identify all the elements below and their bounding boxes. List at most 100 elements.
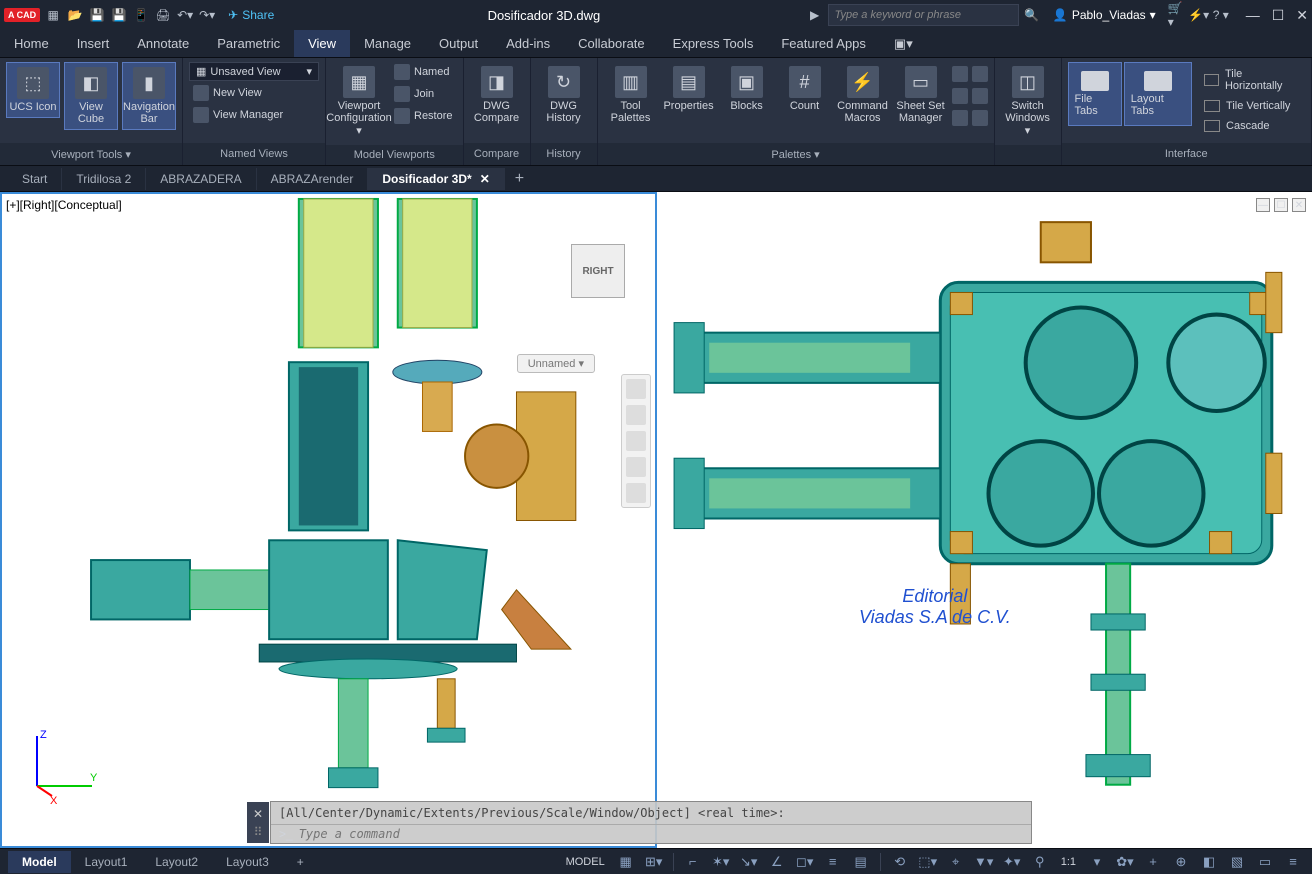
command-input[interactable] xyxy=(299,827,1023,841)
menu-home[interactable]: Home xyxy=(0,30,63,57)
layout-tab-1[interactable]: Layout1 xyxy=(71,851,142,873)
properties-button[interactable]: ▤Properties xyxy=(662,62,716,116)
otrack-icon[interactable]: ∠ xyxy=(766,852,788,872)
cycling-icon[interactable]: ⟲ xyxy=(889,852,911,872)
palette-extra-1[interactable] xyxy=(952,66,968,82)
isolate-icon[interactable]: ▭ xyxy=(1254,852,1276,872)
menu-insert[interactable]: Insert xyxy=(63,30,124,57)
tab-start[interactable]: Start xyxy=(8,168,62,190)
viewport-config-button[interactable]: ▦Viewport Configuration ▾ xyxy=(332,62,386,141)
annoscale-icon[interactable]: ⚲ xyxy=(1029,852,1051,872)
tile-horizontal-button[interactable]: Tile Horizontally xyxy=(1200,66,1301,94)
layout-tabs-button[interactable]: Layout Tabs xyxy=(1124,62,1192,126)
blocks-button[interactable]: ▣Blocks xyxy=(720,62,774,116)
osnap-icon[interactable]: ◻▾ xyxy=(794,852,816,872)
polar-icon[interactable]: ✶▾ xyxy=(710,852,732,872)
annomon-icon[interactable]: + xyxy=(1142,852,1164,872)
tile-vertical-button[interactable]: Tile Vertically xyxy=(1200,98,1301,114)
maximize-button[interactable]: ☐ xyxy=(1272,7,1285,24)
ortho-icon[interactable]: ⌐ xyxy=(682,852,704,872)
cmdline-handle[interactable]: ✕⠿ xyxy=(247,802,269,843)
close-button[interactable]: ✕ xyxy=(1296,7,1308,24)
open-icon[interactable]: 📂 xyxy=(66,6,84,24)
tool-palettes-button[interactable]: ▥Tool Palettes xyxy=(604,62,658,128)
command-line[interactable]: ✕⠿ [All/Center/Dynamic/Extents/Previous/… xyxy=(270,801,1032,844)
user-menu[interactable]: 👤 Pablo_Viadas ▾ xyxy=(1053,8,1156,22)
search-play-icon[interactable]: ▶ xyxy=(806,6,824,24)
web-icon[interactable]: 📱 xyxy=(132,6,150,24)
view-manager-button[interactable]: View Manager xyxy=(189,105,319,125)
new-icon[interactable]: ▦ xyxy=(44,6,62,24)
snap-icon[interactable]: ⊞▾ xyxy=(643,852,665,872)
dynucs-icon[interactable]: ⌖ xyxy=(945,852,967,872)
sheet-set-button[interactable]: ▭Sheet Set Manager xyxy=(894,62,948,128)
vp-restore-button[interactable]: Restore xyxy=(390,106,457,126)
undo-icon[interactable]: ↶▾ xyxy=(176,6,194,24)
menu-view[interactable]: View xyxy=(294,30,350,57)
units-icon[interactable]: ⊕ xyxy=(1170,852,1192,872)
filter-icon[interactable]: ▼▾ xyxy=(973,852,995,872)
vp-join-button[interactable]: Join xyxy=(390,84,457,104)
minimize-button[interactable]: — xyxy=(1246,7,1260,24)
palettes-label[interactable]: Palettes ▾ xyxy=(598,143,994,165)
layout-tab-2[interactable]: Layout2 xyxy=(141,851,212,873)
dwg-history-button[interactable]: ↻DWG History xyxy=(537,62,591,128)
plot-icon[interactable]: 🖨 xyxy=(154,6,172,24)
ucs-icon-button[interactable]: ⬚UCS Icon xyxy=(6,62,60,118)
save-icon[interactable]: 💾 xyxy=(88,6,106,24)
tab-dosificador[interactable]: Dosificador 3D*✕ xyxy=(368,168,504,190)
search-icon[interactable]: 🔍 xyxy=(1023,6,1041,24)
menu-overflow[interactable]: ▣▾ xyxy=(880,30,927,57)
file-tabs-button[interactable]: File Tabs xyxy=(1068,62,1122,126)
menu-featured[interactable]: Featured Apps xyxy=(767,30,880,57)
cascade-button[interactable]: Cascade xyxy=(1200,118,1301,134)
menu-annotate[interactable]: Annotate xyxy=(123,30,203,57)
menu-addins[interactable]: Add-ins xyxy=(492,30,564,57)
lineweight-icon[interactable]: ≡ xyxy=(822,852,844,872)
status-model[interactable]: MODEL xyxy=(562,856,609,868)
unsaved-view-dropdown[interactable]: ▦ Unsaved View ▾ xyxy=(189,62,319,81)
help-icon[interactable]: ? ▾ xyxy=(1212,6,1230,24)
qprops-icon[interactable]: ◧ xyxy=(1198,852,1220,872)
viewport-tools-label[interactable]: Viewport Tools ▾ xyxy=(0,143,182,165)
layout-tab-model[interactable]: Model xyxy=(8,851,71,873)
viewport-right[interactable]: — ☐ ✕ xyxy=(659,192,1312,848)
dwg-compare-button[interactable]: ◨DWG Compare xyxy=(470,62,524,128)
menu-output[interactable]: Output xyxy=(425,30,492,57)
palette-extra-6[interactable] xyxy=(972,110,988,126)
add-layout-button[interactable]: + xyxy=(283,851,318,873)
grid-icon[interactable]: ▦ xyxy=(615,852,637,872)
autodesk-icon[interactable]: ⚡▾ xyxy=(1190,6,1208,24)
tab-tridilosa[interactable]: Tridilosa 2 xyxy=(62,168,146,190)
count-button[interactable]: #Count xyxy=(778,62,832,116)
3dosnap-icon[interactable]: ⬚▾ xyxy=(917,852,939,872)
tab-abrazarender[interactable]: ABRAZArender xyxy=(257,168,369,190)
saveas-icon[interactable]: 💾 xyxy=(110,6,128,24)
command-macros-button[interactable]: ⚡Command Macros xyxy=(836,62,890,128)
switch-windows-button[interactable]: ◫Switch Windows ▾ xyxy=(1001,62,1055,141)
view-cube-button[interactable]: ◧View Cube xyxy=(64,62,118,130)
palette-extra-4[interactable] xyxy=(972,66,988,82)
palette-extra-2[interactable] xyxy=(952,88,968,104)
new-view-button[interactable]: New View xyxy=(189,83,319,103)
lock-ui-icon[interactable]: ▧ xyxy=(1226,852,1248,872)
palette-extra-3[interactable] xyxy=(952,110,968,126)
redo-icon[interactable]: ↷▾ xyxy=(198,6,216,24)
add-tab-button[interactable]: + xyxy=(505,166,534,192)
menu-collaborate[interactable]: Collaborate xyxy=(564,30,659,57)
cart-icon[interactable]: 🛒▾ xyxy=(1168,6,1186,24)
palette-extra-5[interactable] xyxy=(972,88,988,104)
viewport-left[interactable]: [+][Right][Conceptual] RIGHT Unnamed ▾ xyxy=(0,192,657,848)
workspace-icon[interactable]: ✿▾ xyxy=(1114,852,1136,872)
transparency-icon[interactable]: ▤ xyxy=(850,852,872,872)
menu-express[interactable]: Express Tools xyxy=(659,30,768,57)
tab-abrazadera[interactable]: ABRAZADERA xyxy=(146,168,256,190)
nav-bar-button[interactable]: ▮Navigation Bar xyxy=(122,62,176,130)
customize-icon[interactable]: ≡ xyxy=(1282,852,1304,872)
isodraft-icon[interactable]: ↘▾ xyxy=(738,852,760,872)
vp-named-button[interactable]: Named xyxy=(390,62,457,82)
search-input[interactable]: Type a keyword or phrase xyxy=(828,4,1019,26)
scale-label[interactable]: 1:1 xyxy=(1057,856,1080,868)
menu-manage[interactable]: Manage xyxy=(350,30,425,57)
layout-tab-3[interactable]: Layout3 xyxy=(212,851,283,873)
